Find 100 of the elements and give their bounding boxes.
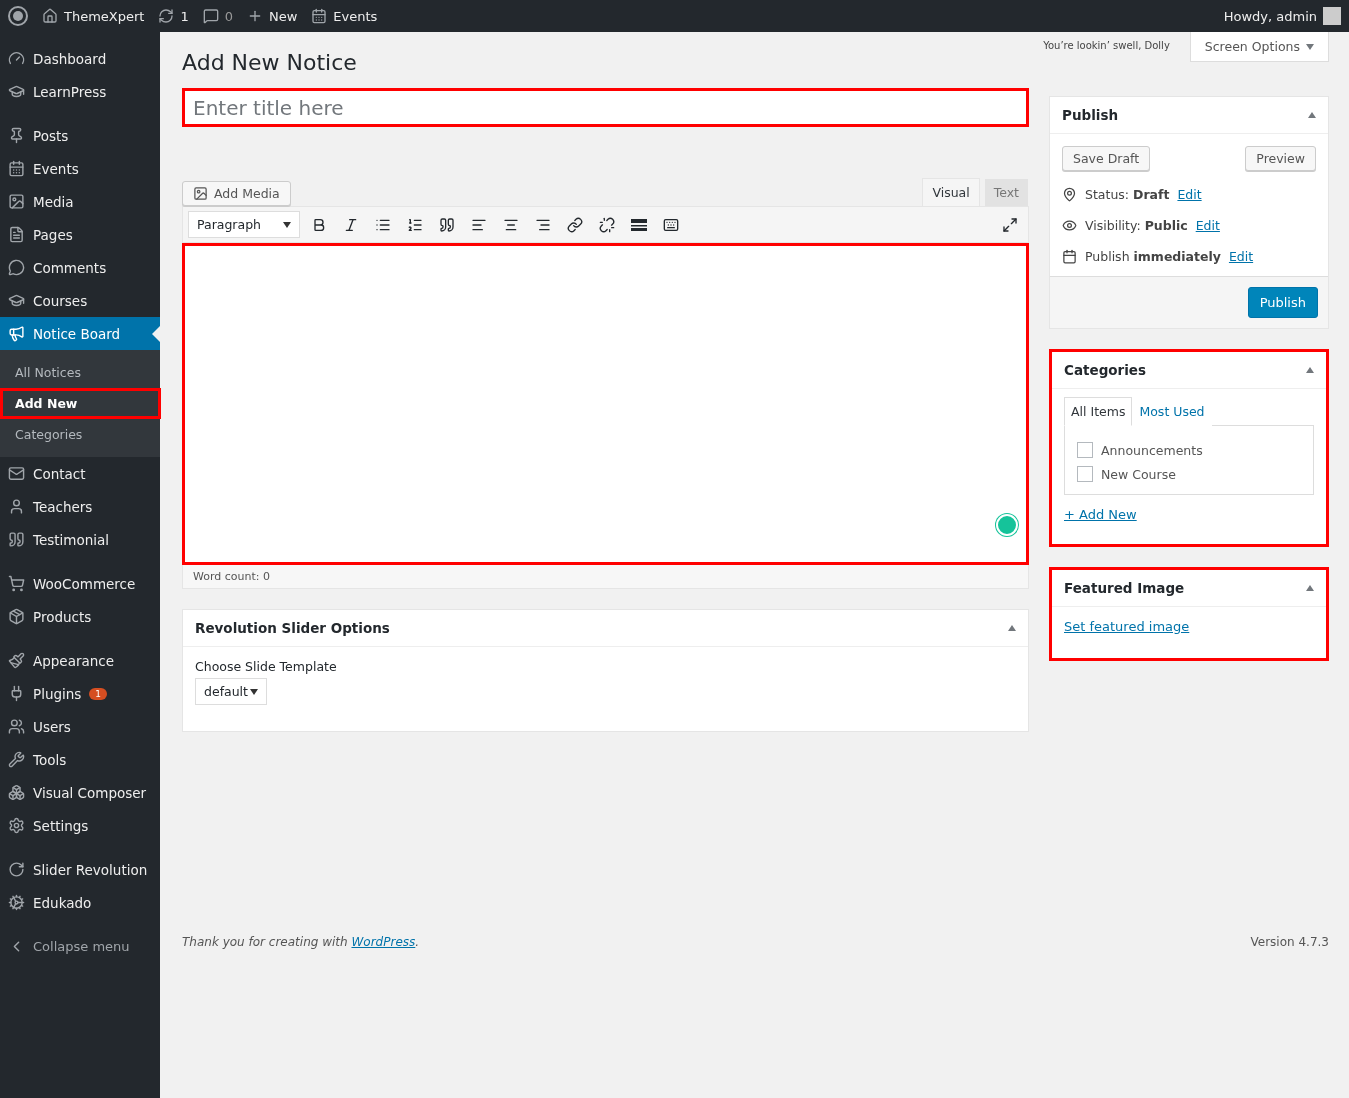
fullscreen-icon — [1002, 216, 1018, 233]
publish-button[interactable]: Publish — [1247, 287, 1318, 318]
menu-item[interactable]: Visual Composer — [0, 776, 160, 809]
menu-item[interactable]: Pages — [0, 218, 160, 251]
pin-icon — [1062, 187, 1077, 202]
menu-icon — [8, 50, 25, 67]
unlink-icon — [599, 216, 615, 233]
submenu-item[interactable]: Add New — [0, 388, 161, 419]
page-title: Add New Notice — [182, 50, 358, 75]
site-link[interactable]: ThemeXpert — [42, 8, 145, 24]
footer-credit: Thank you for creating with WordPress. — [182, 935, 420, 949]
publish-setting: Status: Draft — [1085, 187, 1170, 202]
comments-link[interactable]: 0 — [202, 8, 233, 24]
category-tab[interactable]: All Items — [1064, 397, 1133, 426]
menu-icon — [8, 226, 25, 243]
avatar-icon — [1323, 7, 1341, 25]
menu-item[interactable]: Events — [0, 152, 160, 185]
category-label: Announcements — [1101, 442, 1203, 458]
menu-item[interactable]: Appearance — [0, 644, 160, 677]
menu-icon — [8, 325, 25, 342]
title-field[interactable]: Enter title here — [182, 88, 1029, 127]
menu-icon — [8, 861, 25, 878]
publish-setting: Visibility: Public — [1085, 218, 1188, 233]
menu-item[interactable]: Users — [0, 710, 160, 743]
save-draft-button[interactable]: Save Draft — [1062, 146, 1151, 171]
template-label: Choose Slide Template — [195, 659, 337, 674]
submenu-item[interactable]: All Notices — [0, 357, 161, 388]
menu-icon — [8, 83, 25, 100]
caret-icon — [250, 688, 258, 695]
edit-link[interactable]: Edit — [1177, 187, 1202, 202]
menu-icon — [8, 160, 25, 177]
edit-link[interactable]: Edit — [1195, 218, 1220, 233]
refresh-icon — [158, 8, 175, 24]
editor-tab[interactable]: Visual — [922, 178, 980, 206]
menu-item[interactable]: Plugins 1 — [0, 677, 160, 710]
menu-icon — [8, 292, 25, 309]
menu-item[interactable]: Edukado — [0, 886, 160, 919]
menu-icon — [8, 894, 25, 911]
preview-button[interactable]: Preview — [1245, 146, 1316, 171]
menu-item[interactable]: Courses — [0, 284, 160, 317]
divider-icon — [631, 218, 647, 231]
menu-item[interactable]: WooCommerce — [0, 567, 160, 600]
menu-item[interactable]: Testimonial — [0, 523, 160, 556]
keyboard-icon — [663, 216, 679, 233]
menu-item[interactable]: Media — [0, 185, 160, 218]
add-category-link[interactable]: + Add New — [1064, 507, 1137, 522]
checkbox[interactable] — [1077, 442, 1093, 458]
menu-icon — [8, 608, 25, 625]
publish-setting: Publish immediately — [1085, 249, 1221, 264]
editor-area[interactable] — [182, 243, 1029, 565]
menu-icon — [8, 531, 25, 548]
updates-link[interactable]: 1 — [158, 8, 189, 24]
format-select[interactable]: Paragraph — [188, 211, 300, 238]
menu-icon — [8, 652, 25, 669]
calendar-icon — [311, 8, 328, 24]
add-media-button[interactable]: Add Media — [182, 181, 291, 206]
menu-icon — [8, 718, 25, 735]
menu-item[interactable]: LearnPress — [0, 75, 160, 108]
menu-item[interactable]: Dashboard — [0, 42, 160, 75]
menu-icon — [8, 498, 25, 515]
menu-icon — [8, 751, 25, 768]
menu-item[interactable]: Slider Revolution — [0, 853, 160, 886]
menu-item[interactable]: Settings — [0, 809, 160, 842]
edit-link[interactable]: Edit — [1228, 249, 1254, 264]
events-link[interactable]: Events — [311, 8, 378, 24]
menu-item[interactable]: Posts — [0, 119, 160, 152]
screen-options-button[interactable]: Screen Options — [1189, 32, 1329, 62]
template-select[interactable]: default — [195, 678, 267, 705]
home-icon — [42, 8, 58, 24]
comment-icon — [202, 8, 219, 24]
submenu-item[interactable]: Categories — [0, 419, 161, 450]
dolly-quote: You’re lookin’ swell, Dolly — [1043, 40, 1170, 51]
eye-icon — [1062, 218, 1077, 233]
menu-icon — [8, 817, 25, 834]
menu-icon — [8, 465, 25, 482]
menu-item[interactable]: Comments — [0, 251, 160, 284]
category-label: New Course — [1101, 466, 1176, 482]
bold-icon — [311, 216, 327, 233]
caret-icon — [1306, 43, 1314, 50]
menu-item[interactable]: Teachers — [0, 490, 160, 523]
calendar-icon — [1062, 249, 1077, 264]
menu-item[interactable]: Notice Board — [0, 317, 160, 350]
menu-item[interactable]: Contact — [0, 457, 160, 490]
word-count: Word count: 0 — [182, 565, 1029, 589]
numbered-list-icon — [407, 216, 423, 233]
menu-item[interactable]: Tools — [0, 743, 160, 776]
new-link[interactable]: New — [247, 8, 298, 24]
link-icon — [567, 216, 583, 233]
account-link[interactable]: Howdy, admin — [1223, 7, 1341, 25]
collapse-menu-button[interactable]: Collapse menu — [0, 930, 160, 963]
menu-icon — [8, 127, 25, 144]
caret-icon — [283, 221, 291, 228]
panel-title: Publish — [1062, 107, 1119, 123]
menu-icon — [8, 259, 25, 276]
panel-title: Revolution Slider Options — [195, 620, 390, 636]
checkbox[interactable] — [1077, 466, 1093, 482]
menu-item[interactable]: Products — [0, 600, 160, 633]
version-text: Version 4.7.3 — [1250, 935, 1329, 949]
menu-icon — [8, 193, 25, 210]
set-featured-image-link[interactable]: Set featured image — [1064, 619, 1190, 634]
